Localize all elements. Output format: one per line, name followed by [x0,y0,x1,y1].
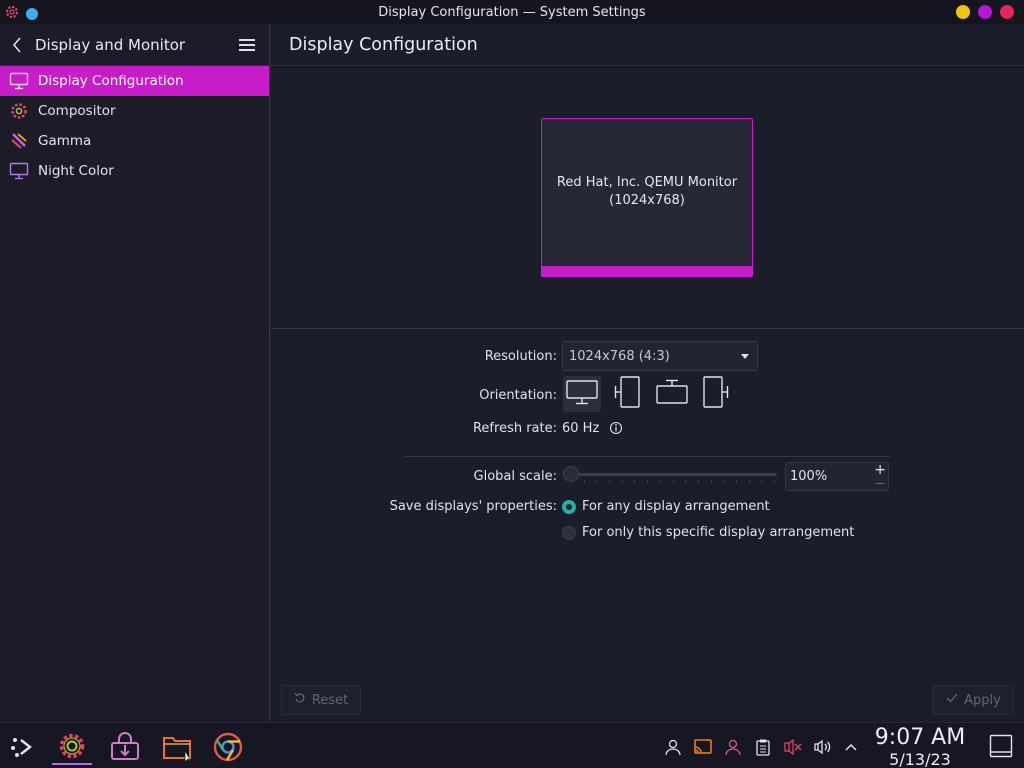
chevron-down-icon [741,354,749,359]
close-button[interactable] [1000,5,1014,19]
monitor-name: Red Hat, Inc. QEMU Monitor [556,174,738,190]
scale-spinbox[interactable]: 100% + [785,462,889,491]
orientation-landscape-button[interactable] [563,376,601,412]
show-desktop-icon[interactable] [988,733,1014,759]
orientation-label: Orientation: [479,388,557,403]
save-properties-label: Save displays' properties: [389,499,557,514]
apply-button[interactable]: Apply [933,685,1014,715]
account-icon[interactable] [722,736,744,758]
back-arrow-icon[interactable] [12,35,28,55]
resolution-value: 1024x768 (4:3) [569,348,670,364]
discover-store-icon[interactable] [105,729,145,765]
sidebar-title: Display and Monitor [35,35,186,54]
chrome-browser-icon[interactable] [208,729,248,765]
microphone-muted-icon[interactable] [782,736,804,758]
cast-icon[interactable] [692,736,714,758]
volume-icon[interactable] [812,736,834,758]
global-scale-label: Global scale: [473,469,557,484]
landscape-icon [565,378,599,410]
system-settings-task-icon[interactable] [52,729,92,765]
info-icon[interactable] [609,421,623,439]
sidebar-item-label: Compositor [38,103,116,119]
scale-value: 100% [790,469,828,484]
hamburger-menu-icon[interactable] [239,38,257,52]
radio-specific-arrangement[interactable] [562,526,576,540]
taskbar: 9:07 AM 5/13/23 [0,722,1024,768]
radio-specific-arrangement-label: For only this specific display arrangeme… [582,525,855,540]
reset-label: Reset [311,692,349,708]
portrait-left-icon [613,375,641,413]
radio-any-arrangement-label: For any display arrangement [582,499,770,514]
scale-slider-track[interactable] [569,473,777,476]
monitor-icon [8,160,30,182]
reset-button[interactable]: Reset [281,685,361,715]
increment-button[interactable]: + [874,463,886,477]
sidebar-item-label: Display Configuration [38,73,184,89]
refresh-rate-value: 60 Hz [562,421,600,436]
orientation-portrait-left-button[interactable] [608,376,646,412]
radio-any-arrangement[interactable] [562,500,576,514]
portrait-right-icon [702,375,730,413]
clipboard-icon[interactable] [752,736,774,758]
scale-slider-ticks [571,480,775,484]
monitor-arrangement-area: Red Hat, Inc. QEMU Monitor (1024x768) [271,66,1024,329]
app-launcher-icon[interactable] [2,729,42,765]
page-title: Display Configuration [289,34,478,55]
monitor-primary-bar [541,266,753,277]
system-settings-app-icon[interactable] [4,4,20,24]
pin-window-icon[interactable] [26,8,38,20]
landscape-inverted-icon [655,378,689,410]
clock-time: 9:07 AM [874,725,966,750]
check-icon [946,692,958,708]
maximize-button[interactable] [978,5,992,19]
orientation-inverted-button[interactable] [653,376,691,412]
sidebar: Display and Monitor Display Configuratio… [0,24,270,722]
gear-icon [8,100,30,122]
brush-icon [8,130,30,152]
clock[interactable]: 9:07 AM 5/13/23 [870,725,970,768]
undo-icon [294,692,306,708]
file-manager-icon[interactable] [157,729,197,765]
sidebar-item-label: Gamma [38,133,92,149]
sidebar-header: Display and Monitor [0,24,269,66]
chevron-up-icon[interactable] [840,736,862,758]
monitor-tile[interactable]: Red Hat, Inc. QEMU Monitor (1024x768) [541,118,753,277]
sidebar-item-display-configuration[interactable]: Display Configuration [0,66,269,96]
decrement-button[interactable] [876,483,884,484]
resolution-label: Resolution: [484,349,557,364]
title-bar: Display Configuration — System Settings [0,0,1024,24]
section-divider [404,456,890,457]
sidebar-item-label: Night Color [38,163,114,179]
clock-date: 5/13/23 [889,750,951,768]
sidebar-item-gamma[interactable]: Gamma [0,126,269,156]
main-panel: Display Configuration Red Hat, Inc. QEMU… [271,24,1024,722]
monitor-icon [8,70,30,92]
orientation-portrait-right-button[interactable] [697,376,735,412]
scale-slider-handle[interactable] [563,466,579,482]
monitor-resolution: (1024x768) [609,192,685,208]
sidebar-item-night-color[interactable]: Night Color [0,156,269,186]
refresh-rate-label: Refresh rate: [472,421,557,436]
window-title: Display Configuration — System Settings [378,4,646,20]
minimize-button[interactable] [956,5,970,19]
page-header: Display Configuration [271,24,1024,66]
sidebar-item-compositor[interactable]: Compositor [0,96,269,126]
resolution-dropdown[interactable]: 1024x768 (4:3) [562,341,758,371]
apply-label: Apply [964,692,1001,708]
user-icon[interactable] [662,736,684,758]
